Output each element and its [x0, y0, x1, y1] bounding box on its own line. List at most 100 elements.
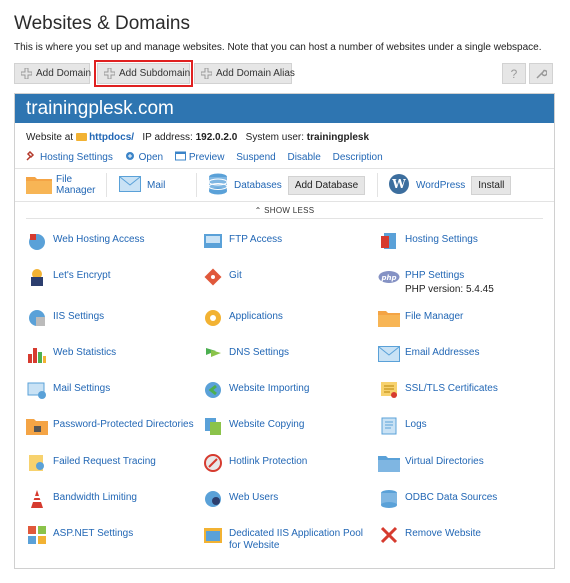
failed-request-tracing-icon: [26, 452, 48, 474]
tool-lets-encrypt[interactable]: Let's Encrypt: [26, 266, 201, 288]
add-subdomain-label: Add Subdomain: [119, 68, 191, 79]
tool-file-manager[interactable]: File Manager: [378, 307, 553, 329]
tool-label: DNS Settings: [229, 347, 290, 358]
plus-icon: [201, 68, 212, 79]
tool-password-directories[interactable]: Password-Protected Directories: [26, 415, 201, 437]
tool-hotlink-protection[interactable]: Hotlink Protection: [202, 452, 377, 474]
preview-icon: [174, 151, 186, 161]
folder-icon: [76, 133, 88, 141]
remove-website-icon: [378, 524, 400, 546]
tool-label: Password-Protected Directories: [53, 419, 194, 430]
bandwidth-limiting-icon: [26, 488, 48, 510]
suspend-link[interactable]: Suspend: [236, 152, 275, 163]
plus-icon: [21, 68, 32, 79]
tool-iis-app-pool[interactable]: Dedicated IIS Application Pool for Websi…: [202, 524, 377, 552]
show-less-label: SHOW LESS: [264, 206, 315, 215]
wordpress-label: WordPress: [416, 179, 466, 191]
tool-web-hosting-access[interactable]: Web Hosting Access: [26, 230, 201, 252]
tool-iis-settings[interactable]: IIS Settings: [26, 307, 201, 329]
tool-mail-settings[interactable]: Mail Settings: [26, 379, 201, 401]
hosting-settings-icon: [378, 230, 400, 252]
wrench-icon[interactable]: [529, 63, 553, 84]
tool-failed-request-tracing[interactable]: Failed Request Tracing: [26, 452, 201, 474]
password-directories-icon: [26, 415, 48, 437]
disable-link[interactable]: Disable: [287, 152, 320, 163]
hotlink-protection-icon: [202, 452, 224, 474]
tool-label: Virtual Directories: [405, 456, 484, 467]
email-addresses-icon: [378, 343, 400, 365]
file-manager-label: File Manager: [56, 174, 95, 196]
domain-header: trainingplesk.com: [15, 94, 554, 123]
iis-app-pool-icon: [202, 524, 224, 546]
tool-dns-settings[interactable]: DNS Settings: [202, 343, 377, 365]
domain-actions: Hosting Settings Open Preview Suspend Di…: [26, 150, 392, 163]
domain-panel: trainingplesk.com Website at httpdocs/ IP…: [14, 93, 555, 569]
tool-label: Website Importing: [229, 383, 310, 394]
system-user-label: System user:: [245, 132, 305, 143]
tool-label: Web Statistics: [53, 347, 117, 358]
web-statistics-icon: [26, 343, 48, 365]
wordpress-quick[interactable]: W WordPress Install: [388, 169, 512, 201]
php-version: PHP version: 5.4.45: [405, 284, 494, 295]
add-domain-alias-button[interactable]: Add Domain Alias: [194, 63, 295, 84]
tool-label: Dedicated IIS Application Pool for Websi…: [229, 528, 363, 551]
toolbar: Add Domain Add Subdomain Add Domain Alia…: [14, 60, 555, 87]
tool-website-copying[interactable]: Website Copying: [202, 415, 377, 437]
tool-virtual-directories[interactable]: Virtual Directories: [378, 452, 553, 474]
databases-label: Databases: [234, 179, 282, 191]
tool-label: Remove Website: [405, 528, 481, 539]
tool-label: Git: [229, 270, 242, 281]
docroot-link[interactable]: httpdocs/: [89, 132, 134, 143]
page-title: Websites & Domains: [14, 13, 190, 34]
ftp-access-icon: [202, 230, 224, 252]
tool-odbc-data-sources[interactable]: ODBC Data Sources: [378, 488, 553, 510]
ssl-certificates-icon: [378, 379, 400, 401]
page-description: This is where you set up and manage webs…: [14, 42, 542, 53]
tool-applications[interactable]: Applications: [202, 307, 377, 329]
tool-ftp-access[interactable]: FTP Access: [202, 230, 377, 252]
mail-quick[interactable]: Mail: [119, 169, 165, 201]
tool-web-statistics[interactable]: Web Statistics: [26, 343, 201, 365]
tool-label: Mail Settings: [53, 383, 111, 394]
add-domain-label: Add Domain: [36, 68, 92, 79]
folder-icon: [26, 174, 52, 197]
virtual-directories-icon: [378, 452, 400, 474]
lets-encrypt-icon: [26, 266, 48, 288]
description-link[interactable]: Description: [333, 152, 383, 163]
file-manager-quick[interactable]: File Manager: [26, 169, 95, 201]
install-button[interactable]: Install: [471, 175, 512, 195]
tool-label: Web Hosting Access: [53, 234, 145, 245]
ip-label: IP address:: [142, 132, 193, 143]
hosting-settings-link[interactable]: Hosting Settings: [40, 152, 113, 163]
tool-aspnet-settings[interactable]: ASP.NET Settings: [26, 524, 201, 546]
tool-hosting-settings[interactable]: Hosting Settings: [378, 230, 553, 252]
tool-web-users[interactable]: Web Users: [202, 488, 377, 510]
help-icon[interactable]: ?: [502, 63, 526, 84]
tool-ssl-certificates[interactable]: SSL/TLS Certificates: [378, 379, 553, 401]
tool-email-addresses[interactable]: Email Addresses: [378, 343, 553, 365]
tool-git[interactable]: Git: [202, 266, 377, 288]
preview-link[interactable]: Preview: [189, 152, 225, 163]
tool-label: Bandwidth Limiting: [53, 492, 137, 503]
file-manager-line1: File: [56, 174, 73, 185]
tool-bandwidth-limiting[interactable]: Bandwidth Limiting: [26, 488, 201, 510]
domain-name[interactable]: trainingplesk.com: [26, 98, 174, 120]
tool-php[interactable]: php PHP Settings PHP version: 5.4.45: [378, 266, 553, 295]
open-link[interactable]: Open: [139, 152, 163, 163]
tool-label: ODBC Data Sources: [405, 492, 498, 503]
applications-icon: [202, 307, 224, 329]
website-copying-icon: [202, 415, 224, 437]
add-domain-button[interactable]: Add Domain: [14, 63, 92, 84]
show-less-toggle[interactable]: ⌃ SHOW LESS: [15, 206, 554, 215]
tool-remove-website[interactable]: Remove Website: [378, 524, 553, 546]
tool-label: SSL/TLS Certificates: [405, 383, 498, 394]
add-database-button[interactable]: Add Database: [287, 175, 366, 195]
tool-logs[interactable]: Logs: [378, 415, 553, 437]
tool-website-importing[interactable]: Website Importing: [202, 379, 377, 401]
divider: [106, 173, 107, 197]
databases-quick[interactable]: Databases Add Database: [208, 169, 366, 201]
tool-label: ASP.NET Settings: [53, 528, 134, 539]
add-subdomain-button[interactable]: Add Subdomain: [94, 60, 193, 87]
plus-icon: [104, 68, 115, 79]
odbc-data-sources-icon: [378, 488, 400, 510]
